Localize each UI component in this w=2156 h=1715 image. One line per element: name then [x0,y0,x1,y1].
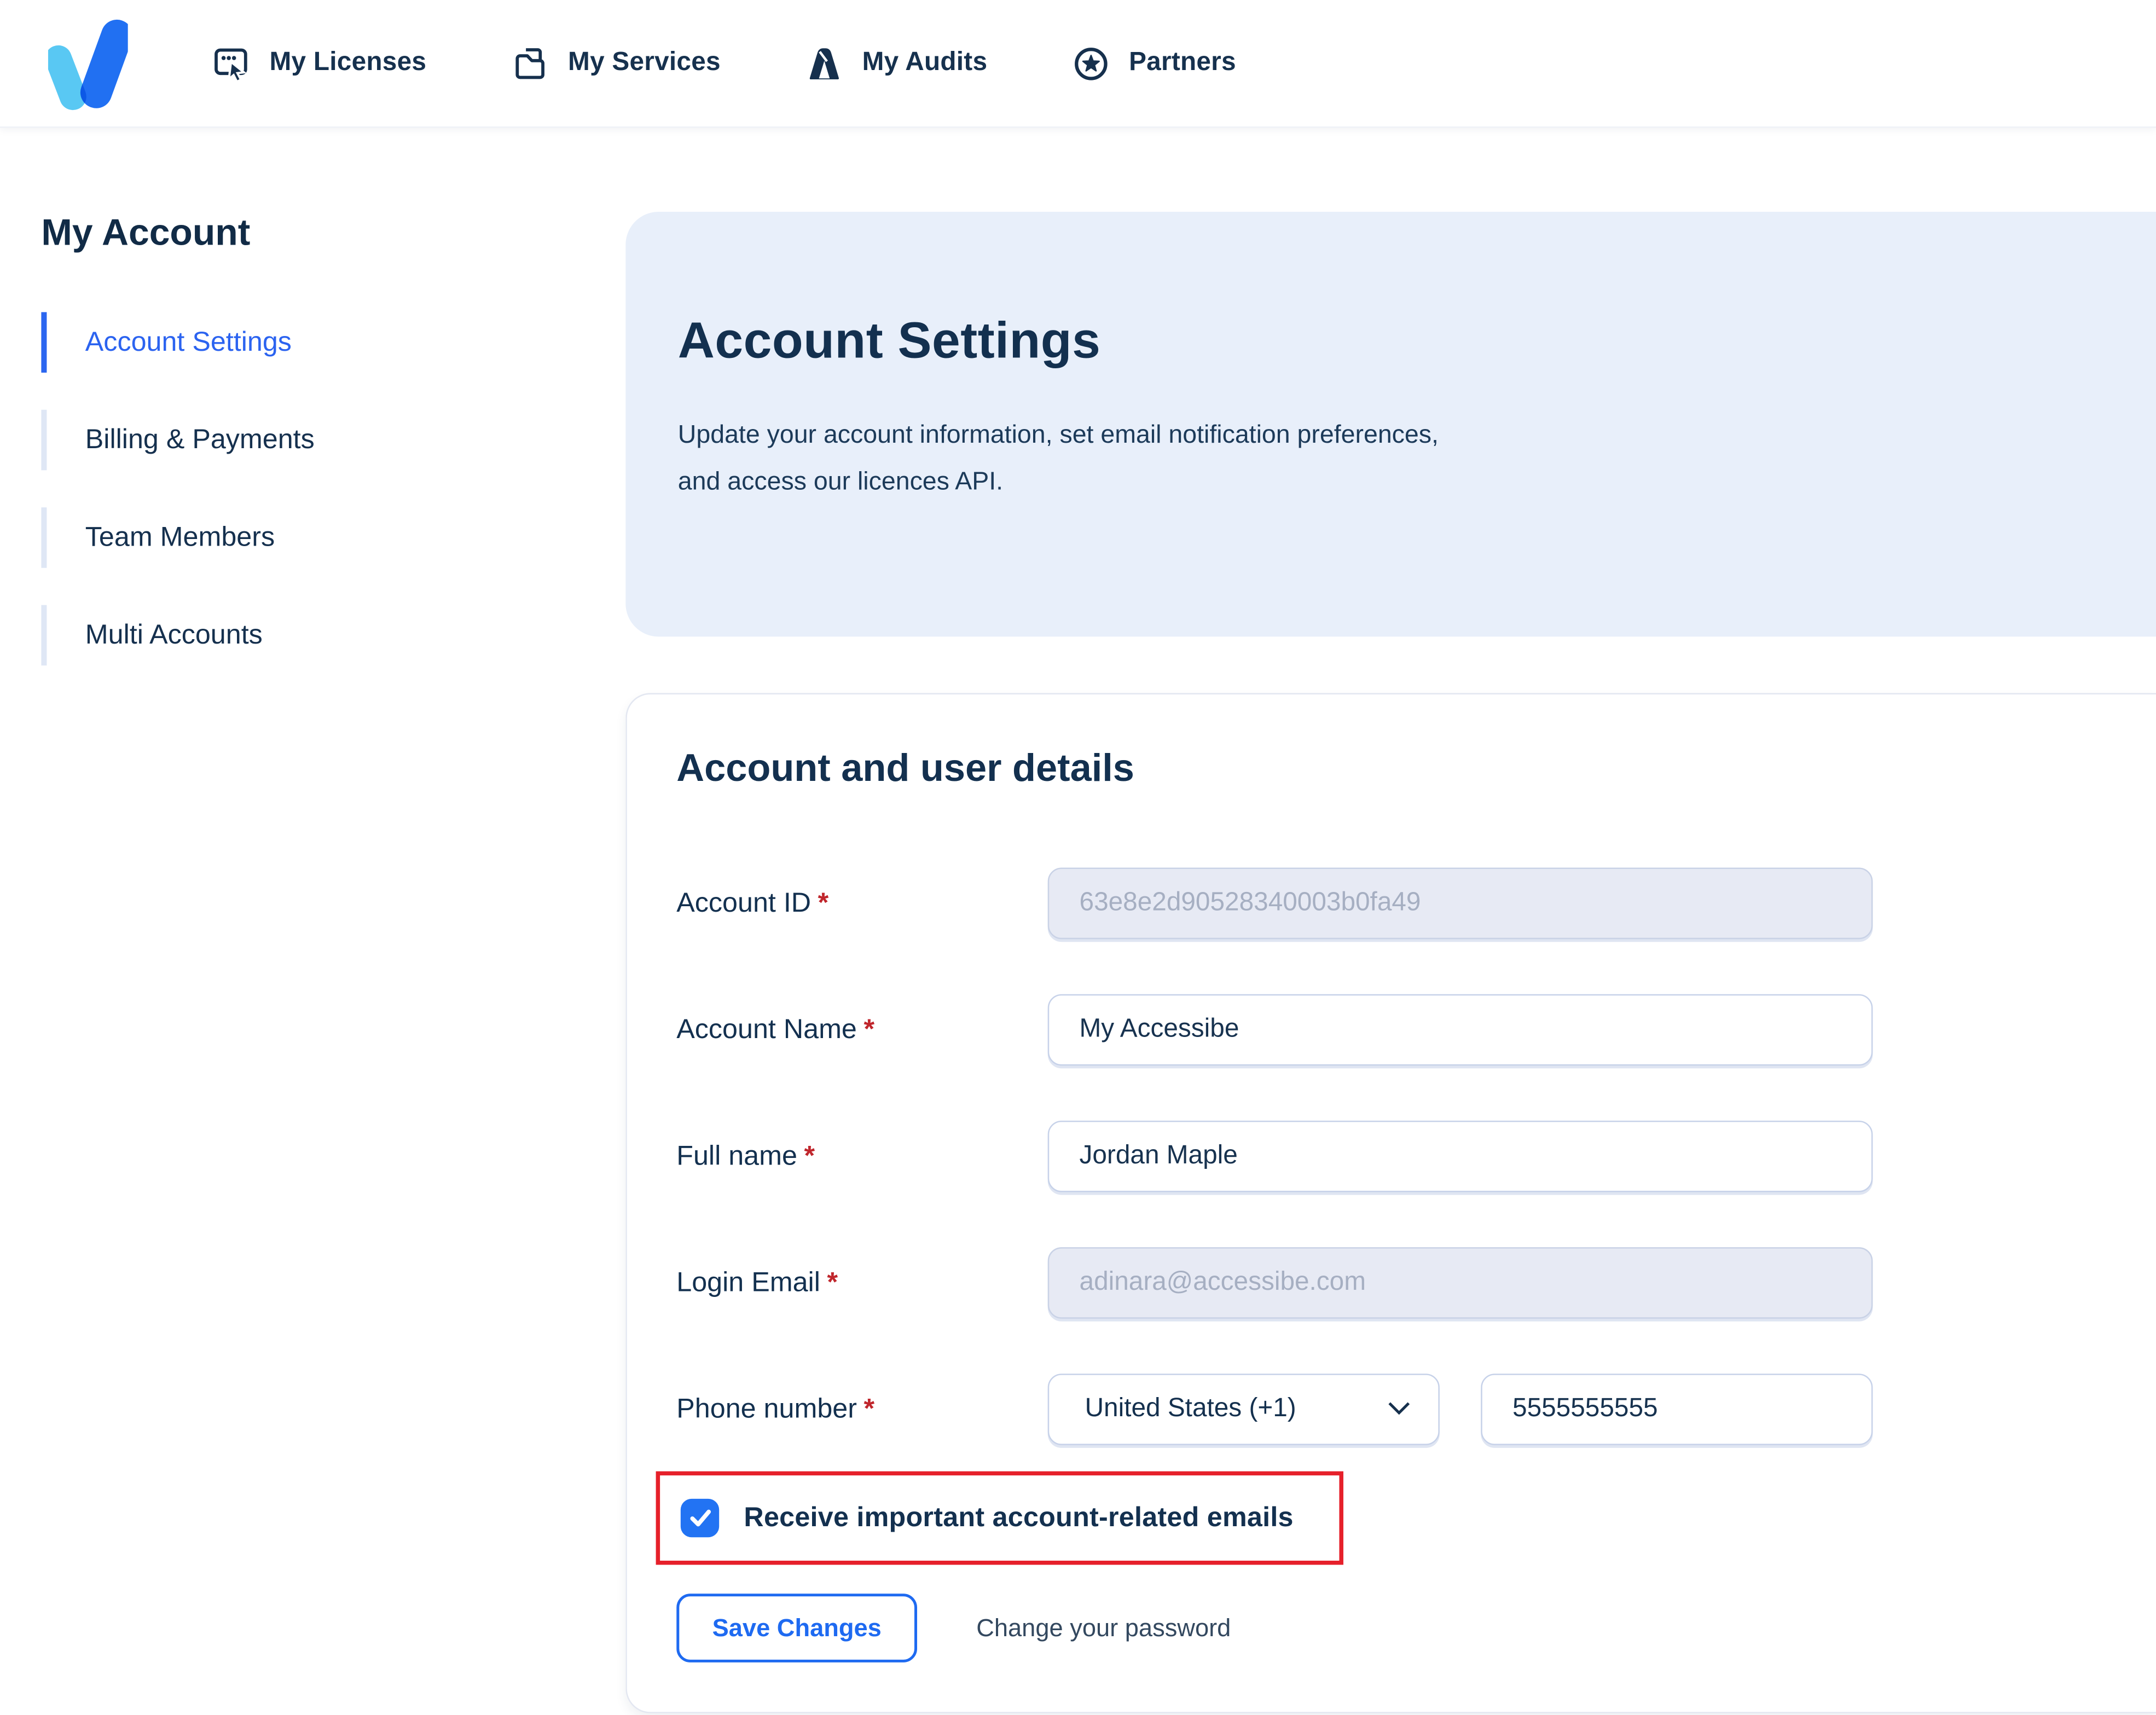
phone-input-group: United States (+1) [1047,1374,1873,1445]
sidebar-item-label: Multi Accounts [85,619,263,650]
top-navigation: My Licenses My Services My Audits Partne… [0,0,2156,128]
chevron-down-icon [1387,1394,1411,1424]
label-text: Account Name [676,1014,857,1045]
sidebar-item-label: Billing & Payments [85,424,315,455]
label-text: Login Email [676,1267,820,1297]
country-code-select[interactable]: United States (+1) [1047,1374,1440,1445]
login-email-field [1047,1247,1873,1319]
sidebar-item-multi-accounts[interactable]: Multi Accounts [41,605,625,666]
save-changes-button[interactable]: Save Changes [676,1594,918,1662]
receive-emails-label: Receive important account-related emails [744,1502,1294,1533]
checkmark-icon [689,1509,710,1527]
red-highlight-annotation: Receive important account-related emails [656,1471,1343,1565]
sidebar-nav: Account Settings Billing & Payments Team… [41,312,625,666]
full-name-label: Full name * [676,1140,1047,1172]
sidebar-item-label: Team Members [85,522,275,552]
sidebar-item-team-members[interactable]: Team Members [41,507,625,568]
login-email-label: Login Email * [676,1267,1047,1299]
form-row-full-name: Full name * [676,1120,2101,1192]
label-text: Account ID [676,887,812,918]
change-password-link[interactable]: Change your password [976,1614,1231,1643]
account-name-label: Account Name * [676,1014,1047,1046]
sidebar-item-label: Account Settings [85,326,292,357]
page-description: Update your account information, set ema… [678,411,1751,505]
receive-emails-checkbox[interactable] [680,1498,720,1538]
page-description-line: and access our licences API. [677,466,1004,495]
full-name-field[interactable] [1047,1120,1873,1192]
phone-number-label: Phone number * [676,1394,1047,1426]
nav-item-my-services[interactable]: My Services [512,45,721,82]
required-asterisk: * [818,887,829,918]
form-row-account-id: Account ID * [676,867,2101,940]
partners-star-circle-icon [1073,45,1110,82]
country-code-value: United States (+1) [1085,1394,1296,1423]
nav-item-label: My Services [568,48,721,77]
phone-number-field[interactable] [1481,1374,1873,1445]
required-asterisk: * [863,1393,875,1424]
account-id-label: Account ID * [676,888,1047,919]
nav-item-my-audits[interactable]: My Audits [806,45,988,82]
page-body: My Account Account Settings Billing & Pa… [0,128,2156,1713]
form-actions: Save Changes Change your password [676,1594,2101,1662]
account-id-field [1047,867,1873,940]
nav-item-label: My Audits [862,48,988,77]
form-row-account-name: Account Name * [676,994,2101,1066]
page-title: Account Settings [677,312,1101,369]
page-description-line: Update your account information, set ema… [677,419,1439,449]
licenses-window-cursor-icon [213,45,250,82]
account-details-card: Account and user details Account ID* Acc… [625,693,2156,1713]
section-title: Account and user details [676,746,1134,790]
required-asterisk: * [863,1014,875,1045]
main-content: Account Settings Update your account inf… [625,128,2156,1713]
page-header-card: Account Settings Update your account inf… [625,211,2156,637]
accessibe-logo[interactable] [45,15,133,114]
form-row-phone-number: Phone number * United States (+1) [676,1374,2101,1445]
label-text: Phone number [676,1393,857,1424]
account-name-field[interactable] [1047,994,1873,1066]
sidebar-item-billing-payments[interactable]: Billing & Payments [41,409,625,471]
sidebar-item-account-settings[interactable]: Account Settings [41,312,625,373]
nav-item-my-licenses[interactable]: My Licenses [213,45,426,82]
nav-item-label: My Licenses [269,48,427,77]
required-asterisk: * [827,1267,838,1297]
nav-item-label: Partners [1129,48,1236,77]
sidebar-title: My Account [41,211,251,253]
services-folder-icon [512,45,549,82]
sidebar: My Account Account Settings Billing & Pa… [0,128,625,703]
audits-easel-icon [806,45,843,82]
page: My Licenses My Services My Audits Partne… [0,0,2156,1715]
label-text: Full name [676,1140,797,1171]
form-row-login-email: Login Email * [676,1247,2101,1319]
required-asterisk: * [804,1140,815,1171]
nav-item-partners[interactable]: Partners [1073,45,1236,82]
